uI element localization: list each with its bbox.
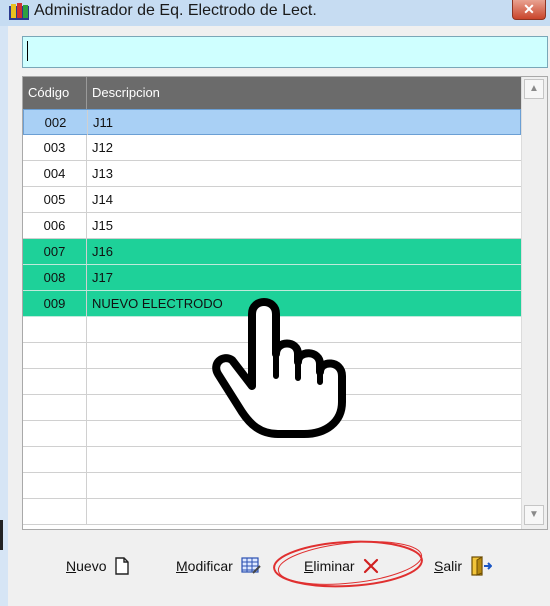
table-row[interactable]: 006 J15 [23,213,521,239]
exit-door-icon [471,556,493,576]
cell-description: J12 [92,140,113,155]
modificar-label: Modificar [176,558,233,574]
title-bar: Administrador de Eq. Electrodo de Lect. … [0,0,550,26]
table-row[interactable]: 003 J12 [23,135,521,161]
app-window: Administrador de Eq. Electrodo de Lect. … [0,0,550,606]
nuevo-label: Nuevo [66,558,107,574]
cell-code: 009 [23,291,87,316]
empty-row [23,473,521,499]
empty-row [23,447,521,473]
salir-button[interactable]: Salir [434,552,493,580]
window-border [0,26,8,606]
cell-description: J16 [92,244,113,259]
cell-code: 003 [23,135,87,160]
cell-code: 006 [23,213,87,238]
scroll-up-button[interactable]: ▲ [524,79,544,99]
app-icon [9,3,29,20]
pointing-hand-cursor [212,298,346,438]
window-title: Administrador de Eq. Electrodo de Lect. [34,2,317,19]
edit-grid-icon [241,557,261,574]
scroll-down-button[interactable]: ▼ [524,505,544,525]
table-row[interactable]: 002 J11 [23,109,521,135]
search-input[interactable] [22,36,548,68]
table-row[interactable]: 007 J16 [23,239,521,265]
close-icon: ✕ [523,1,535,17]
column-header-codigo[interactable]: Código [23,77,87,109]
delete-x-icon [363,558,378,574]
new-document-icon [115,557,130,575]
empty-row [23,499,521,525]
eliminar-button[interactable]: Eliminar [304,552,379,580]
vertical-scrollbar[interactable]: ▲ ▼ [521,77,547,529]
close-button[interactable]: ✕ [512,0,546,20]
table-row[interactable]: 008 J17 [23,265,521,291]
cell-description: J11 [93,115,113,130]
modificar-button[interactable]: Modificar [176,552,261,580]
eliminar-label: Eliminar [304,558,355,574]
table-row[interactable]: 004 J13 [23,161,521,187]
scroll-up-icon: ▲ [529,83,539,94]
text-caret [27,41,28,61]
column-header-descripcion[interactable]: Descripcion [87,77,521,109]
cell-description: J13 [92,166,113,181]
cell-description: J17 [92,270,113,285]
window-edge-mark [0,520,3,550]
scroll-down-icon: ▼ [529,509,539,520]
salir-label: Salir [434,558,463,574]
cell-description: J15 [92,218,113,233]
table-row[interactable]: 005 J14 [23,187,521,213]
table-header: Código Descripcion [23,77,521,109]
cell-code: 002 [24,110,88,135]
cell-description: J14 [92,192,113,207]
nuevo-button[interactable]: Nuevo [66,552,130,580]
cell-code: 008 [23,265,87,290]
cell-code: 004 [23,161,87,186]
cell-code: 007 [23,239,87,264]
cell-code: 005 [23,187,87,212]
